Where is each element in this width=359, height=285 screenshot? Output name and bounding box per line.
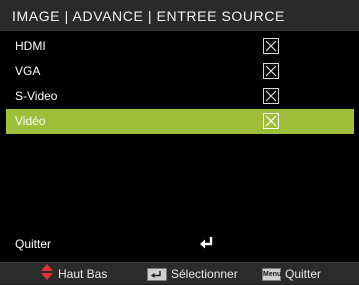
footer-menu-label: Quitter — [285, 267, 322, 281]
check-x-icon — [265, 90, 277, 102]
source-item-label: HDMI — [15, 39, 46, 53]
footer-nav-label: Haut Bas — [58, 267, 108, 281]
check-x-icon — [265, 65, 277, 77]
up-down-arrows-icon — [40, 263, 54, 285]
check-x-icon — [265, 115, 277, 127]
source-item-label: S-Video — [15, 89, 58, 103]
footer-select-hint: Sélectionner — [147, 266, 238, 282]
menu-title: IMAGE | ADVANCE | ENTREE SOURCE — [12, 8, 285, 24]
menu-key-icon: Menu — [262, 267, 281, 281]
source-item-s-video[interactable]: S-Video — [6, 84, 354, 109]
exit-item[interactable]: Quitter — [0, 231, 359, 257]
source-item-label: Vidéo — [15, 114, 46, 128]
title-bar: IMAGE | ADVANCE | ENTREE SOURCE — [0, 0, 359, 31]
enter-key-icon — [147, 267, 167, 281]
source-item-label: VGA — [15, 64, 41, 78]
osd-menu: IMAGE | ADVANCE | ENTREE SOURCE HDMI VGA… — [0, 0, 359, 284]
footer-menu-hint: Menu Quitter — [262, 266, 321, 282]
footer-help-bar: Haut Bas Sélectionner Menu Quitter — [0, 262, 359, 284]
source-list: HDMI VGA S-Video Vidéo — [0, 34, 359, 134]
footer-select-label: Sélectionner — [171, 267, 238, 281]
source-checkbox[interactable] — [263, 63, 279, 79]
exit-label: Quitter — [15, 237, 52, 251]
source-item-vga[interactable]: VGA — [6, 59, 354, 84]
source-checkbox[interactable] — [263, 113, 279, 129]
source-checkbox[interactable] — [263, 88, 279, 104]
check-x-icon — [265, 40, 277, 52]
source-item-video[interactable]: Vidéo — [6, 109, 354, 134]
source-checkbox[interactable] — [263, 38, 279, 54]
source-item-hdmi[interactable]: HDMI — [6, 34, 354, 59]
enter-arrow-icon — [198, 234, 216, 257]
footer-nav-hint: Haut Bas — [40, 263, 108, 285]
